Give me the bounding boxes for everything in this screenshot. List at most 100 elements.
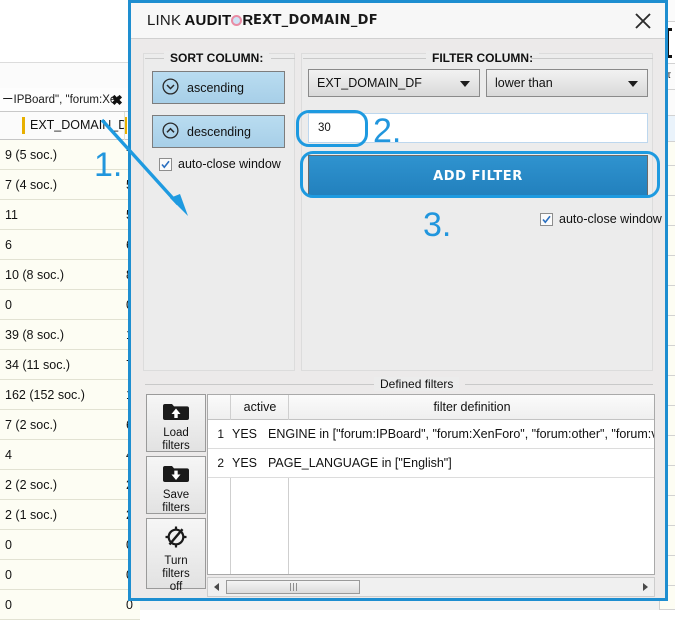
table-cell-ext-domain-df: 10 (8 soc.): [5, 268, 65, 282]
filter-value-input[interactable]: 30: [308, 113, 648, 143]
table-cell-ext-domain-df: 2 (1 soc.): [5, 508, 58, 522]
filter-row-definition: ENGINE in ["forum:IPBoard", "forum:XenFo…: [268, 427, 655, 441]
table-cell-ext-domain-df: 7 (2 soc.): [5, 418, 58, 432]
filters-table-header-row: active filter definition: [208, 395, 654, 420]
dialog-column-title: EXT_DOMAIN_DF: [253, 13, 378, 28]
table-cell-ext-domain-df: 0: [5, 538, 12, 552]
table-cell-ext-domain-df: 11: [5, 208, 18, 222]
annotation-step-2: 2.: [373, 112, 402, 150]
annotation-step-1: 1.: [94, 146, 123, 184]
sort-column-group-label: SORT COLUMN:: [164, 51, 270, 65]
sort-descending-button[interactable]: descending: [152, 115, 285, 148]
table-cell-ext-domain-df: 0: [5, 568, 12, 582]
table-cell-ext-domain-df: 6: [5, 238, 12, 252]
background-toolbar-inner: [0, 0, 140, 63]
table-row[interactable]: 44: [0, 440, 140, 470]
save-filters-label-1: Save: [162, 489, 190, 501]
table-row[interactable]: 7 (2 soc.)6: [0, 410, 140, 440]
table-row[interactable]: 00: [0, 530, 140, 560]
table-row[interactable]: 00: [0, 290, 140, 320]
table-cell-ext-domain-df: 39 (8 soc.): [5, 328, 65, 342]
dialog-title-bar: LINK AUDIT R EXT_DOMAIN_DF: [131, 3, 665, 39]
table-cell-ext-domain-df: 162 (152 soc.): [5, 388, 85, 402]
filter-value-text: 30: [318, 122, 331, 134]
background-data-table: EXT_DOMAIN_DF 9 (5 soc.)77 (4 soc.)51156…: [0, 112, 140, 620]
annotation-step-3: 3.: [423, 206, 452, 244]
folder-up-icon: [162, 401, 190, 424]
background-toolbar: [0, 0, 140, 89]
logo-auditor-text: AUDIT: [184, 12, 232, 29]
table-row[interactable]: 115: [0, 200, 140, 230]
table-row[interactable]: 00: [0, 590, 140, 620]
checkbox-checked-icon: [540, 212, 553, 226]
defined-filters-group-label: Defined filters: [374, 377, 460, 391]
logo-auditor-suffix: R: [242, 12, 254, 29]
filter-row-active: YES: [232, 427, 258, 441]
table-row[interactable]: 2 YES PAGE_LANGUAGE in ["English"]: [208, 449, 654, 478]
filter-autoclose-label: auto-close window: [559, 212, 662, 226]
save-filters-label-2: filters: [162, 502, 190, 514]
arrow-left-icon[interactable]: [214, 583, 219, 591]
add-filter-button[interactable]: ADD FILTER: [308, 155, 648, 197]
filter-off-icon: [163, 525, 189, 552]
sort-ascending-label: ascending: [187, 80, 244, 95]
filters-horizontal-scrollbar[interactable]: [207, 577, 655, 597]
column-separator: [22, 117, 25, 134]
table-header-row: EXT_DOMAIN_DF: [0, 112, 140, 140]
filter-column-select[interactable]: EXT_DOMAIN_DF: [308, 69, 480, 97]
close-icon[interactable]: ✖: [109, 88, 125, 112]
defined-filters-table: active filter definition 1 YES ENGINE in […: [207, 394, 655, 575]
load-filters-button[interactable]: Load filters: [146, 394, 206, 452]
table-cell-ext-domain-df: 2 (2 soc.): [5, 478, 58, 492]
table-row[interactable]: 2 (1 soc.)2: [0, 500, 140, 530]
logo-ring-icon: [231, 15, 243, 26]
table-cell-ext-domain-df: 7 (4 soc.): [5, 178, 58, 192]
filter-row-definition: PAGE_LANGUAGE in ["English"]: [268, 456, 452, 470]
filter-row-active: YES: [232, 456, 258, 470]
table-row[interactable]: 1 YES ENGINE in ["forum:IPBoard", "forum:X…: [208, 420, 654, 449]
table-row[interactable]: 00: [0, 560, 140, 590]
filter-row-number: 2: [217, 456, 224, 470]
chevron-down-icon: [460, 81, 470, 87]
column-header-ext-domain-df[interactable]: EXT_DOMAIN_DF: [30, 112, 135, 139]
table-row[interactable]: 66: [0, 230, 140, 260]
checkbox-checked-icon: [159, 157, 172, 171]
load-filters-label-2: filters: [162, 440, 190, 452]
sort-descending-label: descending: [187, 124, 251, 139]
turn-filters-off-label-3: off: [169, 581, 183, 593]
chevron-down-icon: [628, 81, 638, 87]
sort-autoclose-label: auto-close window: [178, 157, 281, 171]
filter-autoclose-checkbox[interactable]: auto-close window: [540, 212, 662, 226]
table-cell-ext-domain-df: 0: [5, 298, 12, 312]
link-auditor-dialog: LINK AUDIT R EXT_DOMAIN_DF SORT COLUMN: a…: [128, 0, 668, 601]
sort-ascending-button[interactable]: ascending: [152, 71, 285, 104]
close-icon[interactable]: [631, 9, 655, 33]
arrow-right-icon[interactable]: [643, 583, 648, 591]
sort-autoclose-checkbox[interactable]: auto-close window: [159, 157, 281, 171]
turn-filters-off-label-1: Turn: [164, 555, 188, 567]
logo-link-text: LINK: [147, 12, 182, 29]
chevron-up-circle-icon: [162, 121, 179, 142]
turn-filters-off-button[interactable]: Turn filters off: [146, 518, 206, 593]
load-filters-label-1: Load: [163, 427, 189, 439]
scrollbar-thumb[interactable]: [226, 580, 360, 594]
filter-operator-select-value: lower than: [495, 76, 553, 90]
filter-column-select-value: EXT_DOMAIN_DF: [317, 76, 422, 90]
folder-down-icon: [162, 463, 190, 486]
table-row[interactable]: 10 (8 soc.)8: [0, 260, 140, 290]
table-cell-ext-domain-df: 0: [5, 598, 12, 612]
table-row[interactable]: 2 (2 soc.)2: [0, 470, 140, 500]
column-header-filter-definition[interactable]: filter definition: [290, 395, 654, 419]
table-row[interactable]: 34 (11 soc.)7: [0, 350, 140, 380]
table-row[interactable]: 39 (8 soc.)1: [0, 320, 140, 350]
filter-operator-select[interactable]: lower than: [486, 69, 648, 97]
filter-column-group-label: FILTER COLUMN:: [426, 51, 540, 65]
column-header-active[interactable]: active: [232, 395, 288, 419]
app-logo: LINK AUDIT R: [147, 12, 253, 30]
table-cell-ext-domain-df: 34 (11 soc.): [5, 358, 71, 372]
turn-filters-off-label-2: filters: [162, 568, 190, 580]
table-row[interactable]: 162 (152 soc.)1: [0, 380, 140, 410]
filter-row-number: 1: [217, 427, 224, 441]
save-filters-button[interactable]: Save filters: [146, 456, 206, 514]
add-filter-label: ADD FILTER: [433, 168, 523, 184]
